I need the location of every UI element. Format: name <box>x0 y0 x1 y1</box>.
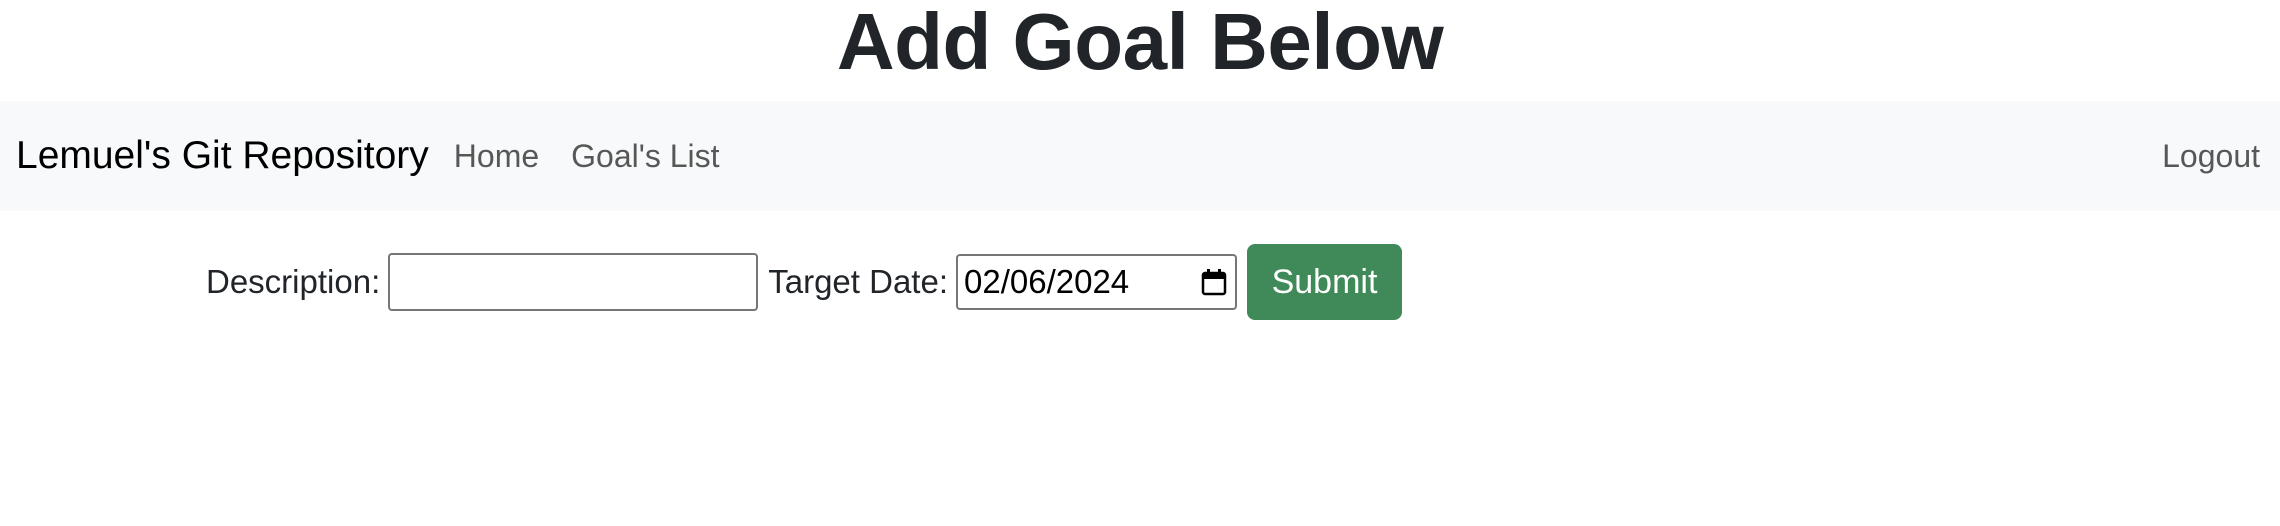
nav-link-goals-list[interactable]: Goal's List <box>571 138 719 175</box>
target-date-label: Target Date: <box>768 263 948 300</box>
description-label: Description: <box>206 263 381 300</box>
nav-links: Home Goal's List <box>454 138 2162 175</box>
description-input[interactable] <box>388 253 759 311</box>
nav-right: Logout <box>2162 138 2264 175</box>
page-title: Add Goal Below <box>836 0 1444 86</box>
navbar-brand[interactable]: Lemuel's Git Repository <box>16 134 429 178</box>
add-goal-form: Description: Target Date: 02/06/2024 Sub… <box>206 244 1402 320</box>
logout-link[interactable]: Logout <box>2162 138 2260 175</box>
submit-button[interactable]: Submit <box>1247 244 1402 320</box>
nav-link-home[interactable]: Home <box>454 138 539 175</box>
target-date-input[interactable]: 02/06/2024 <box>956 254 1237 310</box>
calendar-icon[interactable] <box>1199 266 1229 298</box>
target-date-value[interactable]: 02/06/2024 <box>964 263 1129 301</box>
navbar: Lemuel's Git Repository Home Goal's List… <box>0 101 2280 211</box>
